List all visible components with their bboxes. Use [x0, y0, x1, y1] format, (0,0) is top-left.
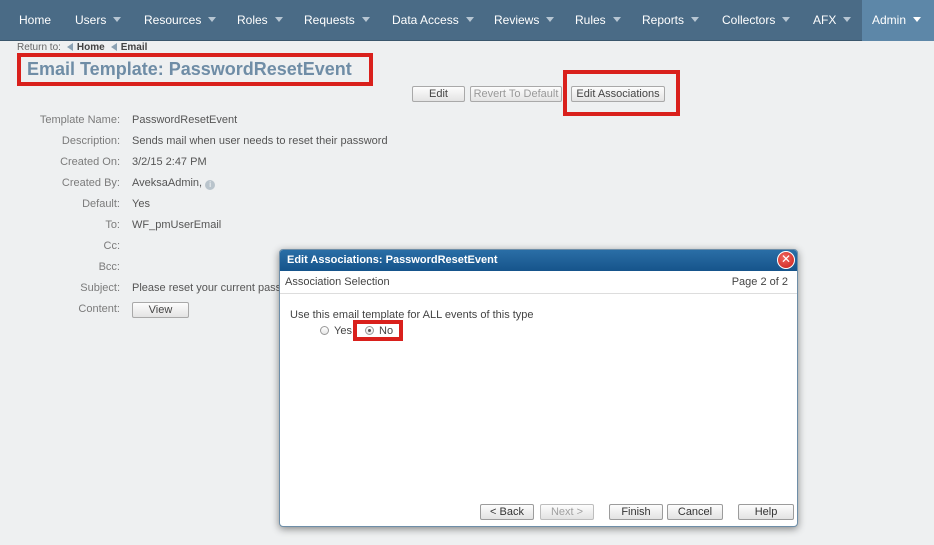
nav-item-resources[interactable]: Resources: [144, 0, 217, 41]
title-highlight-box: Email Template: PasswordResetEvent: [17, 53, 373, 86]
page-title: Email Template: PasswordResetEvent: [27, 59, 352, 79]
subject-label: Subject:: [80, 282, 120, 294]
nav-label: Users: [75, 13, 107, 27]
breadcrumb-home-link[interactable]: Home: [77, 42, 105, 53]
created-on-label: Created On:: [60, 156, 120, 168]
nav-label: Roles: [237, 13, 268, 27]
chevron-down-icon: [361, 17, 370, 22]
chevron-down-icon: [913, 17, 922, 22]
nav-label: Admin: [872, 13, 907, 27]
nav-label: AFX: [813, 13, 837, 27]
to-label: To:: [105, 219, 120, 231]
nav-label: Data Access: [392, 13, 459, 27]
template-name-label: Template Name:: [39, 114, 120, 126]
created-by-label: Created By:: [61, 177, 120, 189]
next-button[interactable]: Next >: [540, 504, 594, 520]
nav-label: Reviews: [494, 13, 540, 27]
back-arrow-icon: [66, 43, 73, 51]
no-option-highlight-box: [353, 320, 403, 341]
nav-item-requests[interactable]: Requests: [304, 0, 370, 41]
top-navigation: Home Users Resources Roles Requests Data…: [0, 0, 934, 41]
created-on-value: 3/2/15 2:47 PM: [132, 156, 207, 168]
bcc-label: Bcc:: [98, 261, 120, 273]
page-indicator: Page 2 of 2: [731, 276, 788, 288]
back-button[interactable]: < Back: [480, 504, 534, 520]
chevron-down-icon: [612, 17, 621, 22]
nav-item-data-access[interactable]: Data Access: [392, 0, 474, 41]
yes-radio-label[interactable]: Yes: [334, 325, 352, 337]
nav-label: Home: [19, 13, 52, 27]
dialog-header[interactable]: Edit Associations: PasswordResetEvent ✕: [280, 250, 797, 271]
nav-item-reports[interactable]: Reports: [642, 0, 700, 41]
created-by-value: AveksaAdmin, i: [132, 177, 216, 190]
close-icon[interactable]: ✕: [777, 251, 795, 269]
nav-label: Rules: [575, 13, 606, 27]
chevron-down-icon: [691, 17, 700, 22]
yes-radio[interactable]: [320, 326, 329, 335]
breadcrumb-prefix: Return to:: [17, 42, 61, 53]
section-title: Association Selection: [285, 276, 390, 288]
nav-item-admin[interactable]: Admin: [862, 0, 934, 41]
content-label: Content:: [78, 303, 120, 315]
dialog-title: Edit Associations: PasswordResetEvent: [287, 254, 498, 266]
chevron-down-icon: [843, 17, 852, 22]
association-question: Use this email template for ALL events o…: [290, 309, 534, 321]
chevron-down-icon: [208, 17, 217, 22]
description-value: Sends mail when user needs to reset thei…: [132, 135, 388, 147]
chevron-down-icon: [113, 17, 122, 22]
view-content-button[interactable]: View: [132, 302, 189, 318]
nav-label: Requests: [304, 13, 355, 27]
info-icon[interactable]: i: [205, 180, 216, 190]
chevron-down-icon: [465, 17, 474, 22]
nav-item-collectors[interactable]: Collectors: [722, 0, 791, 41]
chevron-down-icon: [782, 17, 791, 22]
finish-button[interactable]: Finish: [609, 504, 663, 520]
nav-item-roles[interactable]: Roles: [237, 0, 283, 41]
nav-item-afx[interactable]: AFX: [813, 0, 852, 41]
to-value: WF_pmUserEmail: [132, 219, 222, 231]
description-label: Description:: [61, 135, 120, 147]
subject-value: Please reset your current pass: [132, 282, 282, 294]
created-by-text[interactable]: AveksaAdmin,: [132, 177, 202, 189]
revert-to-default-button[interactable]: Revert To Default: [470, 86, 562, 102]
nav-label: Resources: [144, 13, 202, 27]
back-arrow-icon: [110, 43, 117, 51]
breadcrumb-email-link[interactable]: Email: [121, 42, 148, 53]
default-value: Yes: [132, 198, 150, 210]
default-label: Default:: [82, 198, 120, 210]
nav-item-reviews[interactable]: Reviews: [494, 0, 555, 41]
nav-item-users[interactable]: Users: [75, 0, 122, 41]
chevron-down-icon: [546, 17, 555, 22]
cc-label: Cc:: [103, 240, 121, 252]
breadcrumb: Return to: Home Email: [17, 42, 147, 53]
nav-label: Reports: [642, 13, 685, 27]
edit-associations-dialog: Edit Associations: PasswordResetEvent ✕ …: [279, 249, 798, 527]
nav-item-rules[interactable]: Rules: [575, 0, 621, 41]
edit-button[interactable]: Edit: [412, 86, 465, 102]
nav-label: Collectors: [722, 13, 776, 27]
chevron-down-icon: [274, 17, 283, 22]
template-name-value: PasswordResetEvent: [132, 114, 238, 126]
cancel-button[interactable]: Cancel: [667, 504, 723, 520]
edit-associations-highlight-box: [563, 70, 680, 116]
help-button[interactable]: Help: [738, 504, 794, 520]
nav-item-home[interactable]: Home: [19, 0, 51, 41]
dialog-section-bar: Association Selection Page 2 of 2: [280, 271, 797, 294]
